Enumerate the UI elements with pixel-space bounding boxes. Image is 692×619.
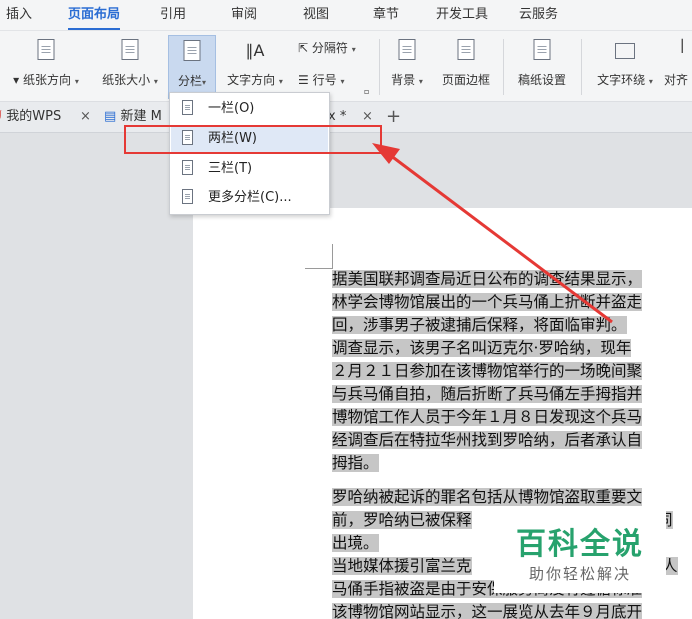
- watermark-logo: 百科全说 助你轻松解决: [494, 509, 666, 593]
- watermark-title: 百科全说: [516, 527, 644, 562]
- watermark-subtitle: 助你轻松解决: [528, 565, 631, 583]
